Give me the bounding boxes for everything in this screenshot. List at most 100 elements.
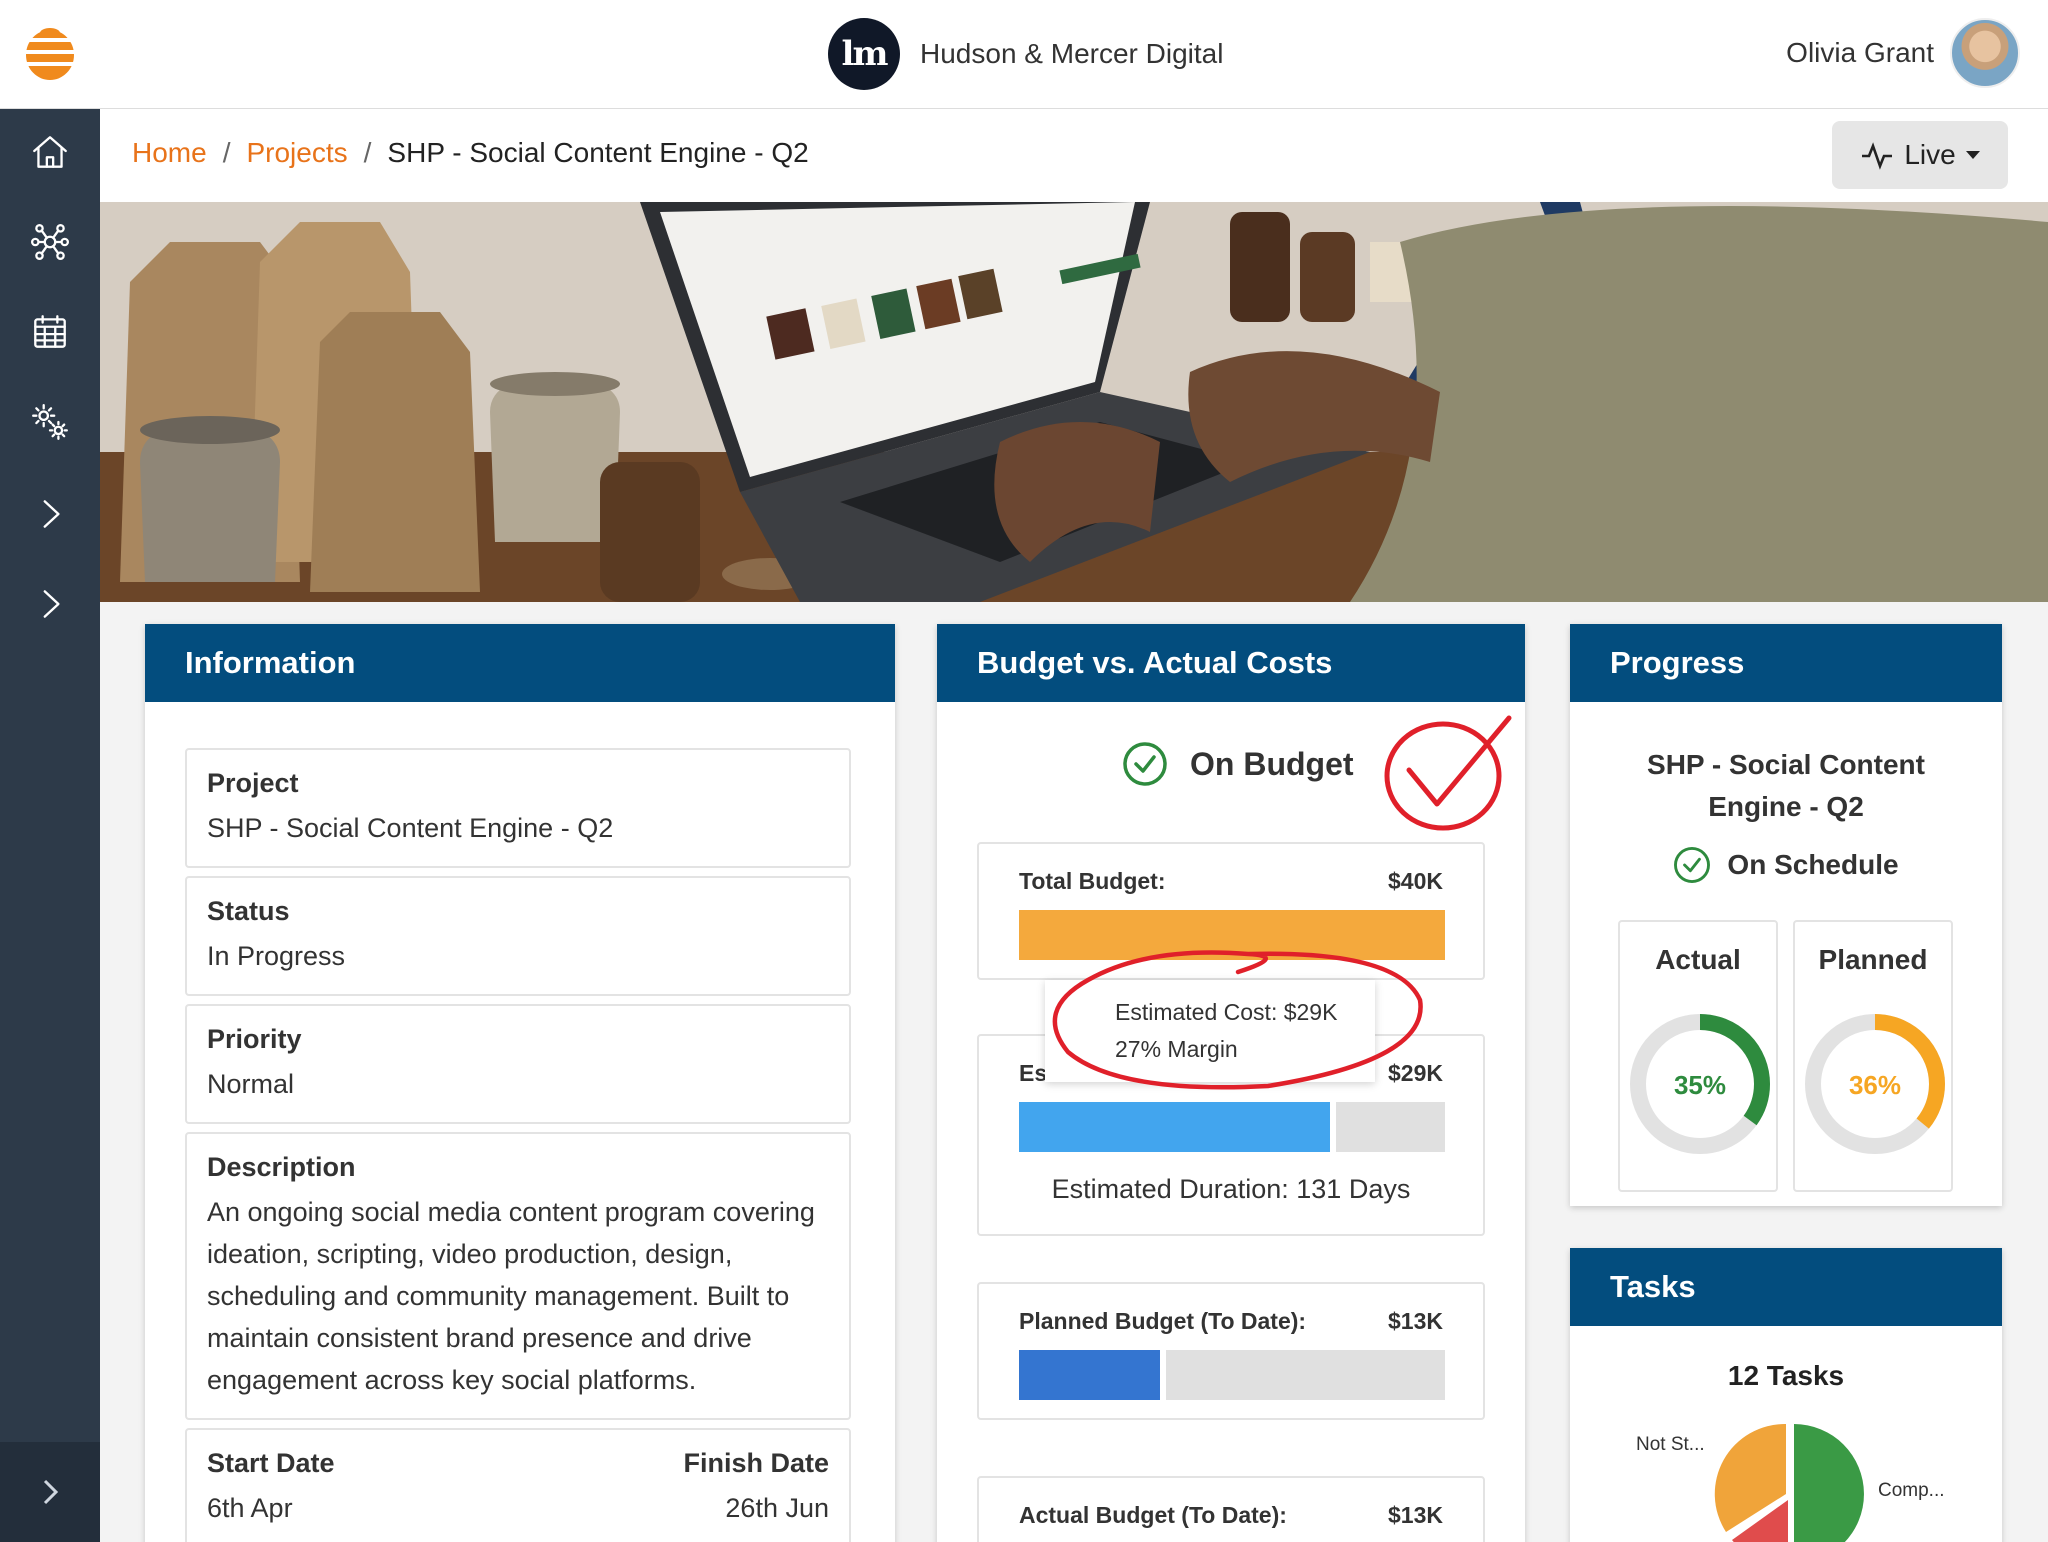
breadcrumb-separator: / [222, 137, 231, 168]
chevron-right-icon [43, 590, 60, 618]
pie-label-not-started: Not St... [1636, 1434, 1705, 1455]
tasks-card: Tasks 12 Tasks Not St... Comp... [1570, 1248, 2002, 1542]
planned-budget-bar-remainder [1166, 1350, 1445, 1400]
chevron-right-icon [43, 1479, 59, 1505]
actual-budget-value: $13K [1388, 1502, 1443, 1528]
sidebar-expand-button[interactable] [0, 1442, 100, 1542]
on-budget-label: On Budget [1190, 745, 1354, 782]
planned-budget-label: Planned Budget (To Date): [1019, 1308, 1307, 1334]
start-date-label: Start Date [207, 1448, 335, 1478]
company-logo: lm [828, 18, 900, 90]
planned-budget-row: Planned Budget (To Date): $13K [1019, 1308, 1443, 1335]
estimated-cost-bar-remainder [1336, 1102, 1445, 1152]
top-bar: lm Hudson & Mercer Digital Olivia Grant [0, 0, 2048, 109]
sidebar-item-settings[interactable] [0, 382, 100, 462]
check-circle-icon [1123, 742, 1167, 786]
actual-budget-label: Actual Budget (To Date): [1019, 1502, 1287, 1528]
sidebar-item-network[interactable] [0, 202, 100, 282]
priority-field: Priority Normal [185, 1004, 851, 1124]
description-field: Description An ongoing social media cont… [185, 1132, 851, 1420]
finish-date-label: Finish Date [683, 1448, 829, 1478]
estimated-cost-bar[interactable] [1019, 1102, 1445, 1152]
red-circle-annotation-icon [1052, 950, 1423, 1090]
priority-label: Priority [207, 1024, 302, 1054]
company-brand: lm Hudson & Mercer Digital [828, 18, 1223, 90]
progress-card: Progress SHP - Social Content Engine - Q… [1570, 624, 2002, 1206]
sidebar-item-home[interactable] [0, 112, 100, 192]
live-dropdown-button[interactable]: Live [1832, 121, 2008, 189]
live-button-label: Live [1904, 139, 1956, 170]
pie-label-completed: Comp... [1878, 1480, 1945, 1501]
brand-logo-icon[interactable] [24, 24, 76, 82]
project-value: SHP - Social Content Engine - Q2 [207, 813, 614, 843]
project-field: Project SHP - Social Content Engine - Q2 [185, 748, 851, 868]
tasks-card-title: Tasks [1570, 1248, 2002, 1326]
user-menu[interactable]: Olivia Grant [1786, 18, 2020, 88]
sidebar-item-expand-1[interactable] [0, 474, 100, 554]
hero-photo [100, 202, 2048, 602]
calendar-icon [34, 315, 66, 348]
schedule-status-label: On Schedule [1727, 849, 1899, 880]
priority-value: Normal [207, 1069, 295, 1099]
breadcrumb-bar: Home / Projects / SHP - Social Content E… [100, 109, 2048, 202]
sidebar-item-calendar[interactable] [0, 292, 100, 372]
company-name: Hudson & Mercer Digital [920, 38, 1224, 69]
breadcrumb-current: SHP - Social Content Engine - Q2 [387, 137, 809, 168]
breadcrumb: Home / Projects / SHP - Social Content E… [132, 137, 809, 169]
chevron-right-icon [43, 500, 60, 528]
total-budget-value: $40K [1388, 868, 1443, 894]
total-budget-row: Total Budget: $40K [1019, 868, 1443, 895]
on-budget-status: On Budget [1122, 741, 1354, 787]
dates-field: Start Date Finish Date 6th Apr 26th Jun [185, 1428, 851, 1542]
project-label: Project [207, 768, 299, 798]
network-icon [30, 224, 70, 260]
schedule-status: On Schedule [1570, 846, 2002, 884]
actual-progress-label: Actual [1655, 944, 1741, 975]
actual-budget-box: Actual Budget (To Date): $13K [977, 1476, 1485, 1542]
tasks-pie-chart[interactable] [1710, 1414, 1870, 1542]
status-label: Status [207, 896, 290, 926]
planned-budget-bar-fill [1019, 1350, 1160, 1400]
estimated-duration: Estimated Duration: 131 Days [1051, 1174, 1411, 1204]
actual-progress-ring[interactable]: 35% [1626, 1010, 1774, 1158]
tasks-count: 12 Tasks [1727, 1360, 1845, 1391]
planned-budget-bar[interactable] [1019, 1350, 1445, 1400]
status-value: In Progress [207, 941, 346, 971]
avatar[interactable] [1950, 18, 2020, 88]
planned-budget-box: Planned Budget (To Date): $13K [977, 1282, 1485, 1420]
description-label: Description [207, 1152, 356, 1182]
sidebar [0, 109, 100, 1542]
progress-project-name-text: SHP - Social Content Engine - Q2 [1647, 749, 1925, 822]
status-field: Status In Progress [185, 876, 851, 996]
date-values-row: 6th Apr 26th Jun [207, 1487, 829, 1529]
breadcrumb-home-link[interactable]: Home [132, 137, 207, 169]
chevron-down-icon [1965, 151, 1980, 159]
planned-progress-box: Planned 36% [1793, 920, 1953, 1192]
planned-progress-label: Planned [1818, 944, 1928, 975]
progress-project-name: SHP - Social Content Engine - Q2 [1570, 744, 2002, 828]
information-card: Information Project SHP - Social Content… [145, 624, 895, 1542]
breadcrumb-separator: / [363, 137, 372, 168]
actual-budget-row: Actual Budget (To Date): $13K [1019, 1502, 1443, 1529]
finish-date-value: 26th Jun [725, 1493, 829, 1523]
sidebar-item-expand-2[interactable] [0, 564, 100, 644]
check-circle-icon [1674, 847, 1711, 883]
activity-pulse-icon [1862, 142, 1893, 170]
description-value: An ongoing social media content program … [207, 1197, 815, 1395]
date-labels-row: Start Date Finish Date [207, 1448, 829, 1487]
project-hero-image [100, 202, 2048, 602]
start-date-value: 6th Apr [207, 1493, 293, 1523]
red-check-annotation-icon [1384, 715, 1512, 831]
user-name: Olivia Grant [1786, 37, 1934, 68]
budget-card-title: Budget vs. Actual Costs [937, 624, 1525, 702]
pie-slice-completed[interactable] [1794, 1424, 1864, 1542]
estimated-cost-bar-fill [1019, 1102, 1330, 1152]
actual-progress-value: 35% [1674, 1070, 1726, 1100]
settings-icon [32, 404, 68, 440]
actual-progress-box: Actual 35% [1618, 920, 1778, 1192]
progress-card-title: Progress [1570, 624, 2002, 702]
total-budget-label: Total Budget: [1019, 868, 1166, 894]
breadcrumb-projects-link[interactable]: Projects [246, 137, 347, 169]
planned-progress-value: 36% [1849, 1070, 1901, 1100]
planned-progress-ring[interactable]: 36% [1801, 1010, 1949, 1158]
